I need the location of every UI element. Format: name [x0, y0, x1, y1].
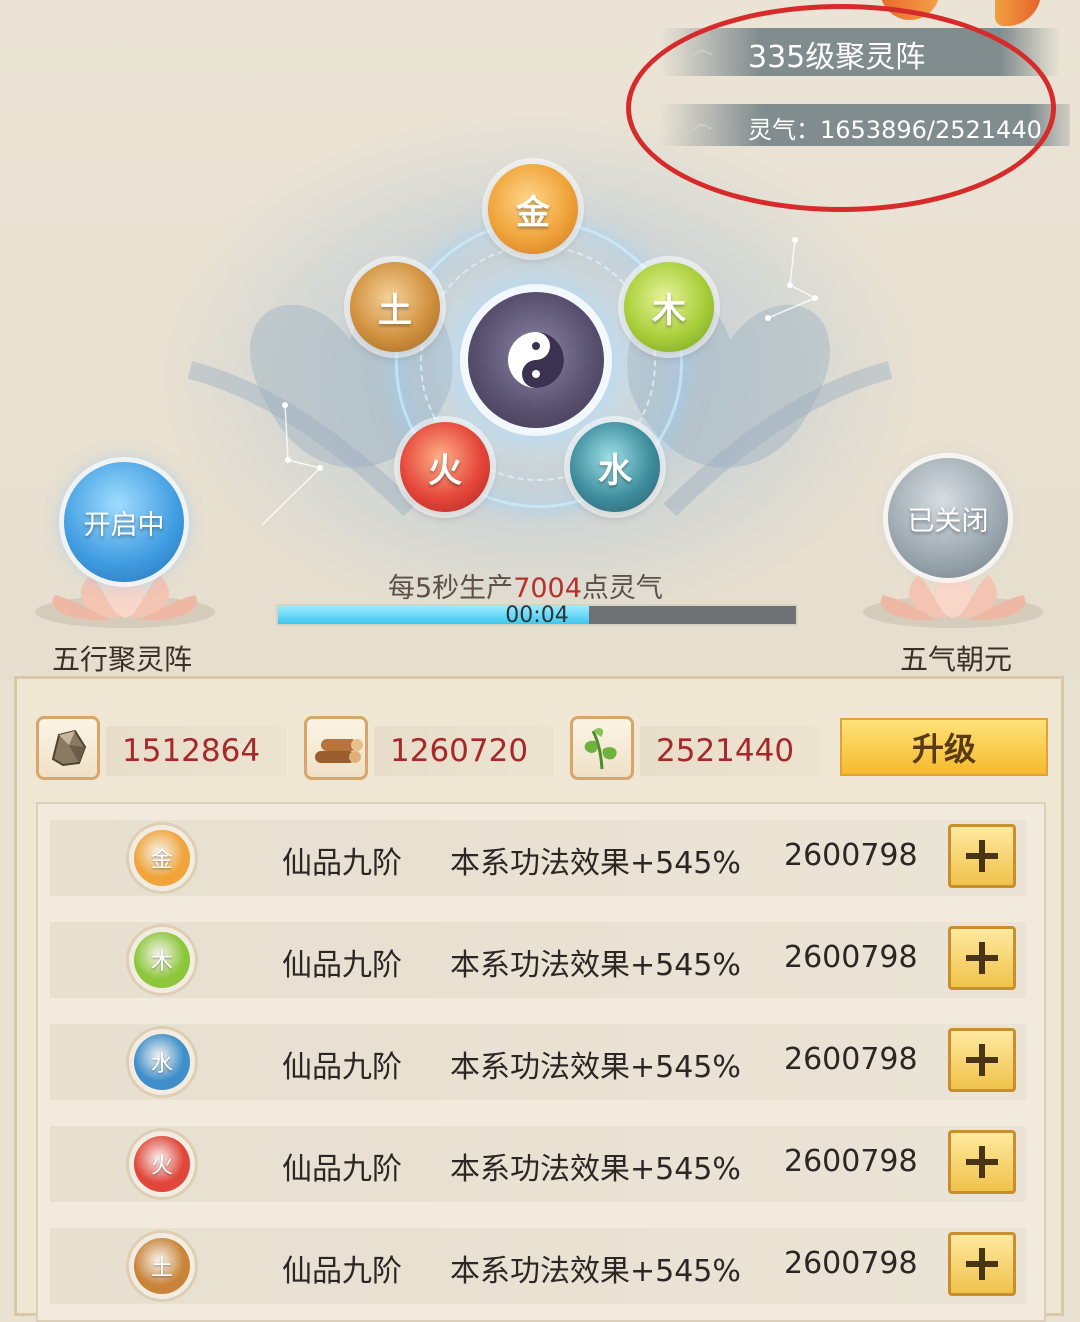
spirit-stone-icon [51, 729, 87, 767]
element-row: 土 仙品九阶 本系功法效果+545% 2600798 [50, 1228, 1026, 1304]
element-row: 木 仙品九阶 本系功法效果+545% 2600798 [50, 922, 1026, 998]
array-name-wuqi: 五气朝元 [900, 643, 1013, 676]
element-value: 2600798 [784, 838, 918, 873]
plus-icon [966, 1044, 998, 1076]
constellation-decoration [765, 237, 818, 321]
resource-slot-wood[interactable] [304, 716, 368, 780]
resource-value-wood: 1260720 [374, 726, 554, 776]
production-progress-bar: 00:04 [276, 603, 798, 628]
add-button[interactable] [948, 1130, 1016, 1194]
element-row: 金 仙品九阶 本系功法效果+545% 2600798 [50, 820, 1026, 896]
yin-yang-core[interactable] [468, 292, 604, 428]
element-effect: 本系功法效果+545% [450, 1152, 741, 1187]
element-value: 2600798 [784, 1246, 918, 1281]
array-scene: ෴ 335级聚灵阵 ෴ 灵气：1653896/2521440 金 木 水 火 土… [0, 0, 1080, 680]
production-rate: 每5秒生产7004点灵气 [388, 573, 663, 604]
element-badge: 金 [134, 830, 190, 886]
element-grade: 仙品九阶 [282, 1050, 402, 1085]
element-orb-water[interactable]: 水 [570, 422, 660, 512]
element-value: 2600798 [784, 1042, 918, 1077]
resource-value-herb: 2521440 [640, 726, 820, 776]
array-name-wuxing: 五行聚灵阵 [52, 643, 193, 676]
plus-icon [966, 840, 998, 872]
element-grade: 仙品九阶 [282, 1152, 402, 1187]
add-button[interactable] [948, 824, 1016, 888]
wood-logs-icon [315, 739, 363, 763]
resource-value-stone: 1512864 [106, 726, 286, 776]
koi-fish-decoration-2 [995, 0, 1041, 26]
element-effect: 本系功法效果+545% [450, 846, 741, 881]
element-effect: 本系功法效果+545% [450, 1050, 741, 1085]
element-grade: 仙品九阶 [282, 948, 402, 983]
element-orb-metal[interactable]: 金 [488, 164, 578, 254]
production-timer: 00:04 [505, 603, 569, 628]
element-orb-wood[interactable]: 木 [624, 262, 714, 352]
element-row: 火 仙品九阶 本系功法效果+545% 2600798 [50, 1126, 1026, 1202]
herb-leaf-icon [584, 728, 617, 770]
constellation-decoration-left [261, 402, 323, 526]
add-button[interactable] [948, 1232, 1016, 1296]
array-toggle-wuqi[interactable]: 已关闭 [888, 458, 1008, 578]
resource-slot-herb[interactable] [570, 716, 634, 780]
array-toggle-wuxing[interactable]: 开启中 [64, 462, 184, 582]
element-effect: 本系功法效果+545% [450, 1254, 741, 1289]
element-grade: 仙品九阶 [282, 846, 402, 881]
element-orb-earth[interactable]: 土 [350, 262, 440, 352]
production-amount: 7004 [513, 573, 582, 604]
element-row: 水 仙品九阶 本系功法效果+545% 2600798 [50, 1024, 1026, 1100]
element-badge: 火 [134, 1136, 190, 1192]
element-badge: 木 [134, 932, 190, 988]
element-grade: 仙品九阶 [282, 1254, 402, 1289]
add-button[interactable] [948, 1028, 1016, 1092]
highlight-annotation-circle [626, 4, 1056, 212]
yin-yang-icon [508, 332, 564, 388]
resource-slot-stone[interactable] [36, 716, 100, 780]
element-badge: 水 [134, 1034, 190, 1090]
element-value: 2600798 [784, 940, 918, 975]
plus-icon [966, 1248, 998, 1280]
add-button[interactable] [948, 926, 1016, 990]
element-orb-fire[interactable]: 火 [400, 422, 490, 512]
element-effect: 本系功法效果+545% [450, 948, 741, 983]
plus-icon [966, 942, 998, 974]
plus-icon [966, 1146, 998, 1178]
element-badge: 土 [134, 1238, 190, 1294]
upgrade-button[interactable]: 升级 [840, 718, 1048, 776]
element-value: 2600798 [784, 1144, 918, 1179]
